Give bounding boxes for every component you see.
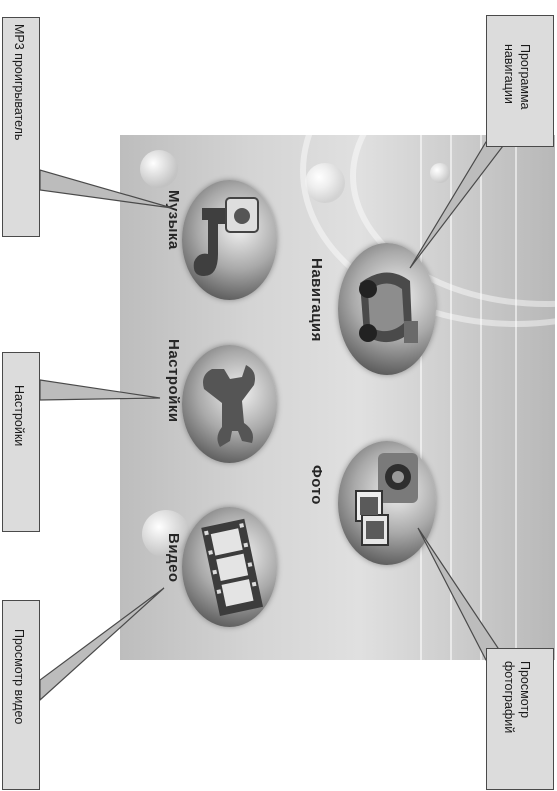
callout-settings: Настройки [2, 352, 40, 532]
callout-navigation: Программа навигации [486, 15, 554, 147]
callout-mp3-player: MP3 проигрыватель [2, 17, 40, 237]
callout-text: навигации [502, 44, 516, 104]
callout-text: Программа [518, 44, 532, 110]
callout-video: Просмотр видео [2, 600, 40, 790]
callout-text: фотографий [502, 661, 516, 734]
callout-text: Просмотр видео [12, 629, 26, 725]
callout-text: Настройки [12, 385, 26, 447]
callout-photo: Просмотр фотографий [486, 648, 554, 790]
callout-text: Просмотр [518, 661, 532, 719]
callout-text: MP3 проигрыватель [12, 24, 26, 141]
callout-leader-lines [39, 141, 508, 702]
